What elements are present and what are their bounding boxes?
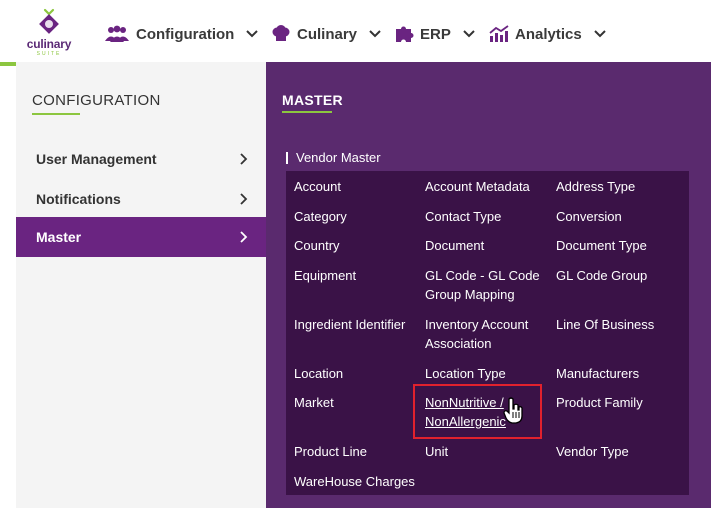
vendor-master-section-title: Vendor Master (286, 151, 381, 164)
nav-culinary[interactable]: Culinary (271, 22, 381, 46)
master-link-ingredient-identifier[interactable]: Ingredient Identifier (294, 315, 416, 334)
chevron-down-icon (246, 30, 259, 38)
master-link-market[interactable]: Market (294, 393, 416, 412)
master-link-manufacturers[interactable]: Manufacturers (556, 364, 678, 383)
master-link-location[interactable]: Location (294, 364, 416, 383)
master-link-category[interactable]: Category (294, 207, 416, 226)
chevron-right-icon (240, 231, 248, 243)
puzzle-icon (396, 26, 414, 42)
master-link-country[interactable]: Country (294, 236, 416, 255)
nav-configuration-label: Configuration (136, 25, 235, 43)
users-icon (105, 25, 129, 42)
master-link-document[interactable]: Document (425, 236, 547, 255)
configuration-sidebar: CONFIGURATION User Management Notificati… (16, 62, 266, 508)
hand-cursor-icon (503, 397, 523, 424)
nav-erp[interactable]: ERP (394, 22, 475, 46)
chevron-down-icon (369, 30, 381, 38)
sidebar-heading-underline (32, 113, 80, 115)
topbar-accent-line (0, 62, 16, 66)
top-navigation-bar: culinary SUITE Configuration Culinary ER… (0, 0, 711, 63)
sidebar-item-label: Master (36, 229, 82, 245)
master-link-gl-code-group[interactable]: GL Code Group (556, 266, 678, 285)
nav-analytics-label: Analytics (515, 25, 582, 43)
master-link-address-type[interactable]: Address Type (556, 177, 678, 196)
master-link-conversion[interactable]: Conversion (556, 207, 678, 226)
chef-hat-icon (272, 25, 290, 41)
analytics-chart-icon (489, 25, 509, 42)
sidebar-item-label: User Management (36, 151, 157, 167)
master-link-inventory-account-association[interactable]: Inventory Account Association (425, 315, 547, 353)
master-link-equipment[interactable]: Equipment (294, 266, 416, 285)
master-link-warehouse-charges[interactable]: WareHouse Charges (294, 472, 416, 491)
sidebar-item-label: Notifications (36, 191, 121, 207)
master-link-unit[interactable]: Unit (425, 442, 547, 461)
nav-culinary-label: Culinary (297, 25, 358, 43)
chevron-right-icon (240, 153, 248, 165)
master-link-product-family[interactable]: Product Family (556, 393, 678, 412)
master-link-account-metadata[interactable]: Account Metadata (425, 177, 547, 196)
master-link-gl-code-group-mapping[interactable]: GL Code - GL Code Group Mapping (425, 266, 547, 304)
sidebar-item-notifications[interactable]: Notifications (16, 179, 266, 219)
nav-erp-label: ERP (420, 25, 451, 43)
logo-text: culinary (26, 37, 72, 51)
master-link-vendor-type[interactable]: Vendor Type (556, 442, 678, 461)
master-link-contact-type[interactable]: Contact Type (425, 207, 547, 226)
master-link-account[interactable]: Account (294, 177, 416, 196)
sidebar-heading: CONFIGURATION (32, 92, 161, 109)
master-heading-underline (282, 111, 332, 113)
sidebar-item-user-management[interactable]: User Management (16, 139, 266, 179)
master-link-product-line[interactable]: Product Line (294, 442, 416, 461)
chevron-down-icon (463, 30, 475, 38)
master-link-document-type[interactable]: Document Type (556, 236, 678, 255)
chevron-right-icon (240, 193, 248, 205)
master-heading: MASTER (282, 92, 343, 108)
master-link-location-type[interactable]: Location Type (425, 364, 547, 383)
culinary-suite-logo[interactable]: culinary SUITE (22, 8, 76, 57)
chevron-down-icon (593, 30, 606, 38)
sidebar-item-master[interactable]: Master (16, 217, 266, 257)
logo-subtext: SUITE (36, 51, 62, 57)
nav-configuration[interactable]: Configuration (104, 22, 259, 46)
master-link-line-of-business[interactable]: Line Of Business (556, 315, 678, 334)
logo-mark-icon (39, 8, 59, 34)
nav-analytics[interactable]: Analytics (489, 22, 606, 46)
